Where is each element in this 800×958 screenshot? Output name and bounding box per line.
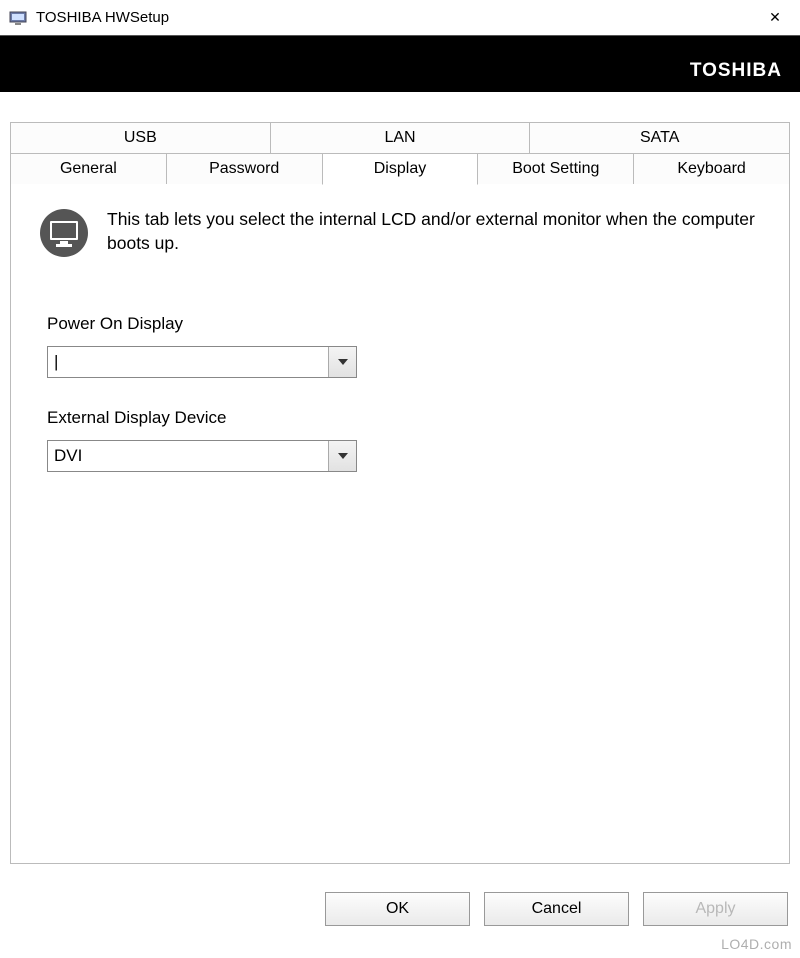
dialog-button-bar: OK Cancel Apply bbox=[325, 892, 788, 926]
tab-boot-setting[interactable]: Boot Setting bbox=[477, 153, 634, 185]
tab-general[interactable]: General bbox=[10, 153, 167, 185]
apply-button: Apply bbox=[643, 892, 788, 926]
tab-usb[interactable]: USB bbox=[10, 122, 271, 153]
chevron-down-icon bbox=[338, 453, 348, 459]
power-on-display-value: | bbox=[48, 347, 328, 377]
ok-button[interactable]: OK bbox=[325, 892, 470, 926]
chevron-down-icon bbox=[338, 359, 348, 365]
close-button[interactable]: ✕ bbox=[750, 0, 800, 35]
brand-bar: TOSHIBA bbox=[0, 36, 800, 92]
external-display-dropdown-button[interactable] bbox=[328, 441, 356, 471]
power-on-display-label: Power On Display bbox=[47, 314, 761, 334]
tab-description: This tab lets you select the internal LC… bbox=[107, 208, 761, 255]
monitor-icon bbox=[39, 208, 89, 258]
close-icon: ✕ bbox=[769, 9, 781, 26]
external-display-combo[interactable]: DVI bbox=[47, 440, 357, 472]
window-title: TOSHIBA HWSetup bbox=[36, 9, 750, 26]
tab-password[interactable]: Password bbox=[166, 153, 323, 185]
tab-row-top: USB LAN SATA bbox=[10, 122, 790, 153]
brand-logo: TOSHIBA bbox=[690, 60, 782, 82]
tab-keyboard[interactable]: Keyboard bbox=[633, 153, 790, 185]
cancel-button[interactable]: Cancel bbox=[484, 892, 629, 926]
tab-sata[interactable]: SATA bbox=[529, 122, 790, 153]
tab-lan[interactable]: LAN bbox=[270, 122, 531, 153]
watermark: LO4D.com bbox=[721, 936, 792, 952]
power-on-display-dropdown-button[interactable] bbox=[328, 347, 356, 377]
external-display-value: DVI bbox=[48, 441, 328, 471]
tab-panel-display: This tab lets you select the internal LC… bbox=[10, 184, 790, 864]
titlebar: TOSHIBA HWSetup ✕ bbox=[0, 0, 800, 36]
power-on-display-combo[interactable]: | bbox=[47, 346, 357, 378]
tab-display[interactable]: Display bbox=[322, 153, 479, 185]
tabstrip: USB LAN SATA General Password Display Bo… bbox=[10, 122, 790, 864]
app-icon bbox=[8, 8, 28, 28]
description-row: This tab lets you select the internal LC… bbox=[39, 208, 761, 258]
external-display-label: External Display Device bbox=[47, 408, 761, 428]
tab-row-bottom: General Password Display Boot Setting Ke… bbox=[10, 153, 790, 185]
